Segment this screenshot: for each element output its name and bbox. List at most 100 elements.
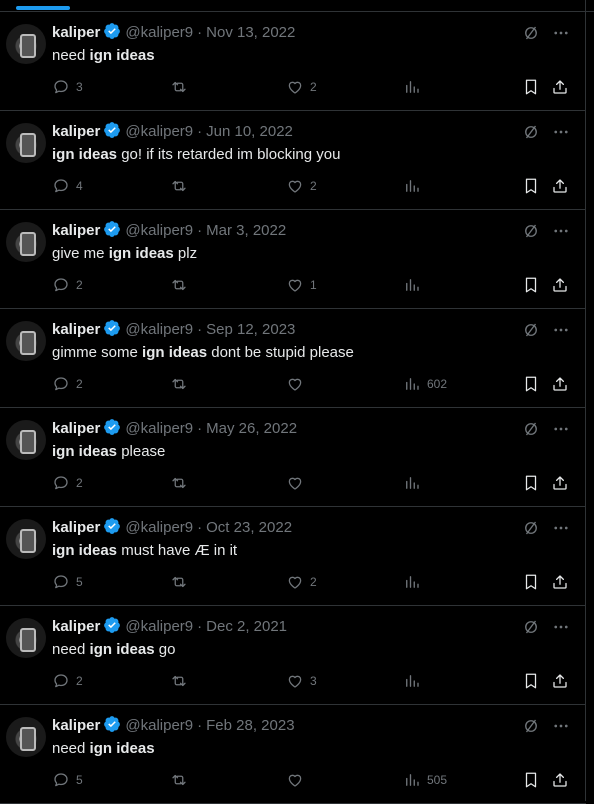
views-button[interactable] xyxy=(403,78,427,96)
tweet[interactable]: kaliper @kaliper9 · Nov 13, 2022 need ign i… xyxy=(0,12,586,111)
like-button[interactable]: 2 xyxy=(286,177,317,195)
share-button[interactable] xyxy=(551,474,569,492)
reply-button[interactable]: 2 xyxy=(52,672,83,690)
handle[interactable]: @kaliper9 xyxy=(125,519,193,536)
avatar[interactable] xyxy=(6,123,46,163)
retweet-button[interactable] xyxy=(170,672,188,690)
tweet[interactable]: kaliper @kaliper9 · May 26, 2022 ign ideas … xyxy=(0,408,586,507)
retweet-button[interactable] xyxy=(170,474,188,492)
views-button[interactable]: 505 xyxy=(403,771,447,789)
share-button[interactable] xyxy=(551,573,569,591)
timestamp[interactable]: Dec 2, 2021 xyxy=(206,618,287,635)
share-button[interactable] xyxy=(551,78,569,96)
retweet-button[interactable] xyxy=(170,78,188,96)
bookmark-button[interactable] xyxy=(522,474,540,492)
views-button[interactable] xyxy=(403,177,427,195)
timestamp[interactable]: Feb 28, 2023 xyxy=(206,717,294,734)
handle[interactable]: @kaliper9 xyxy=(125,24,193,41)
retweet-button[interactable] xyxy=(170,276,188,294)
more-options-icon[interactable] xyxy=(552,618,570,636)
more-options-icon[interactable] xyxy=(552,123,570,141)
grok-icon[interactable] xyxy=(522,420,540,438)
like-button[interactable] xyxy=(286,474,310,492)
bookmark-button[interactable] xyxy=(522,78,540,96)
like-button[interactable]: 2 xyxy=(286,573,317,591)
views-button[interactable] xyxy=(403,276,427,294)
bookmark-button[interactable] xyxy=(522,771,540,789)
avatar[interactable] xyxy=(6,618,46,658)
tweet[interactable]: kaliper @kaliper9 · Sep 12, 2023 gimme some… xyxy=(0,309,586,408)
share-button[interactable] xyxy=(551,276,569,294)
like-button[interactable] xyxy=(286,375,310,393)
grok-icon[interactable] xyxy=(522,618,540,636)
tweet[interactable]: kaliper @kaliper9 · Mar 3, 2022 give me ign… xyxy=(0,210,586,309)
avatar[interactable] xyxy=(6,717,46,757)
retweet-button[interactable] xyxy=(170,177,188,195)
display-name[interactable]: kaliper xyxy=(52,519,100,536)
share-button[interactable] xyxy=(551,177,569,195)
handle[interactable]: @kaliper9 xyxy=(125,123,193,140)
timestamp[interactable]: Nov 13, 2022 xyxy=(206,24,295,41)
like-button[interactable]: 3 xyxy=(286,672,317,690)
handle[interactable]: @kaliper9 xyxy=(125,420,193,437)
more-options-icon[interactable] xyxy=(552,717,570,735)
reply-button[interactable]: 5 xyxy=(52,573,83,591)
more-options-icon[interactable] xyxy=(552,321,570,339)
reply-button[interactable]: 4 xyxy=(52,177,83,195)
display-name[interactable]: kaliper xyxy=(52,717,100,734)
more-options-icon[interactable] xyxy=(552,222,570,240)
reply-button[interactable]: 5 xyxy=(52,771,83,789)
timestamp[interactable]: Mar 3, 2022 xyxy=(206,222,286,239)
tweet[interactable]: kaliper @kaliper9 · Dec 2, 2021 need ign id… xyxy=(0,606,586,705)
grok-icon[interactable] xyxy=(522,717,540,735)
timestamp[interactable]: Oct 23, 2022 xyxy=(206,519,292,536)
tweet[interactable]: kaliper @kaliper9 · Jun 10, 2022 ign ideas … xyxy=(0,111,586,210)
avatar[interactable] xyxy=(6,24,46,64)
reply-button[interactable]: 2 xyxy=(52,276,83,294)
display-name[interactable]: kaliper xyxy=(52,618,100,635)
avatar[interactable] xyxy=(6,321,46,361)
like-button[interactable]: 2 xyxy=(286,78,317,96)
tweet[interactable]: kaliper @kaliper9 · Oct 23, 2022 ign ideas … xyxy=(0,507,586,606)
avatar[interactable] xyxy=(6,420,46,460)
like-button[interactable]: 1 xyxy=(286,276,317,294)
display-name[interactable]: kaliper xyxy=(52,123,100,140)
handle[interactable]: @kaliper9 xyxy=(125,618,193,635)
bookmark-button[interactable] xyxy=(522,672,540,690)
views-button[interactable]: 602 xyxy=(403,375,447,393)
bookmark-button[interactable] xyxy=(522,177,540,195)
bookmark-button[interactable] xyxy=(522,573,540,591)
tweet[interactable]: kaliper @kaliper9 · Feb 28, 2023 need ign i… xyxy=(0,705,586,804)
more-options-icon[interactable] xyxy=(552,519,570,537)
display-name[interactable]: kaliper xyxy=(52,222,100,239)
grok-icon[interactable] xyxy=(522,321,540,339)
retweet-button[interactable] xyxy=(170,375,188,393)
timestamp[interactable]: May 26, 2022 xyxy=(206,420,297,437)
like-button[interactable] xyxy=(286,771,310,789)
bookmark-button[interactable] xyxy=(522,276,540,294)
display-name[interactable]: kaliper xyxy=(52,321,100,338)
views-button[interactable] xyxy=(403,672,427,690)
reply-button[interactable]: 2 xyxy=(52,474,83,492)
more-options-icon[interactable] xyxy=(552,24,570,42)
views-button[interactable] xyxy=(403,573,427,591)
grok-icon[interactable] xyxy=(522,24,540,42)
reply-button[interactable]: 2 xyxy=(52,375,83,393)
handle[interactable]: @kaliper9 xyxy=(125,717,193,734)
retweet-button[interactable] xyxy=(170,573,188,591)
grok-icon[interactable] xyxy=(522,222,540,240)
share-button[interactable] xyxy=(551,672,569,690)
grok-icon[interactable] xyxy=(522,123,540,141)
grok-icon[interactable] xyxy=(522,519,540,537)
reply-button[interactable]: 3 xyxy=(52,78,83,96)
handle[interactable]: @kaliper9 xyxy=(125,321,193,338)
views-button[interactable] xyxy=(403,474,427,492)
display-name[interactable]: kaliper xyxy=(52,24,100,41)
avatar[interactable] xyxy=(6,519,46,559)
share-button[interactable] xyxy=(551,771,569,789)
timestamp[interactable]: Jun 10, 2022 xyxy=(206,123,293,140)
avatar[interactable] xyxy=(6,222,46,262)
display-name[interactable]: kaliper xyxy=(52,420,100,437)
handle[interactable]: @kaliper9 xyxy=(125,222,193,239)
more-options-icon[interactable] xyxy=(552,420,570,438)
